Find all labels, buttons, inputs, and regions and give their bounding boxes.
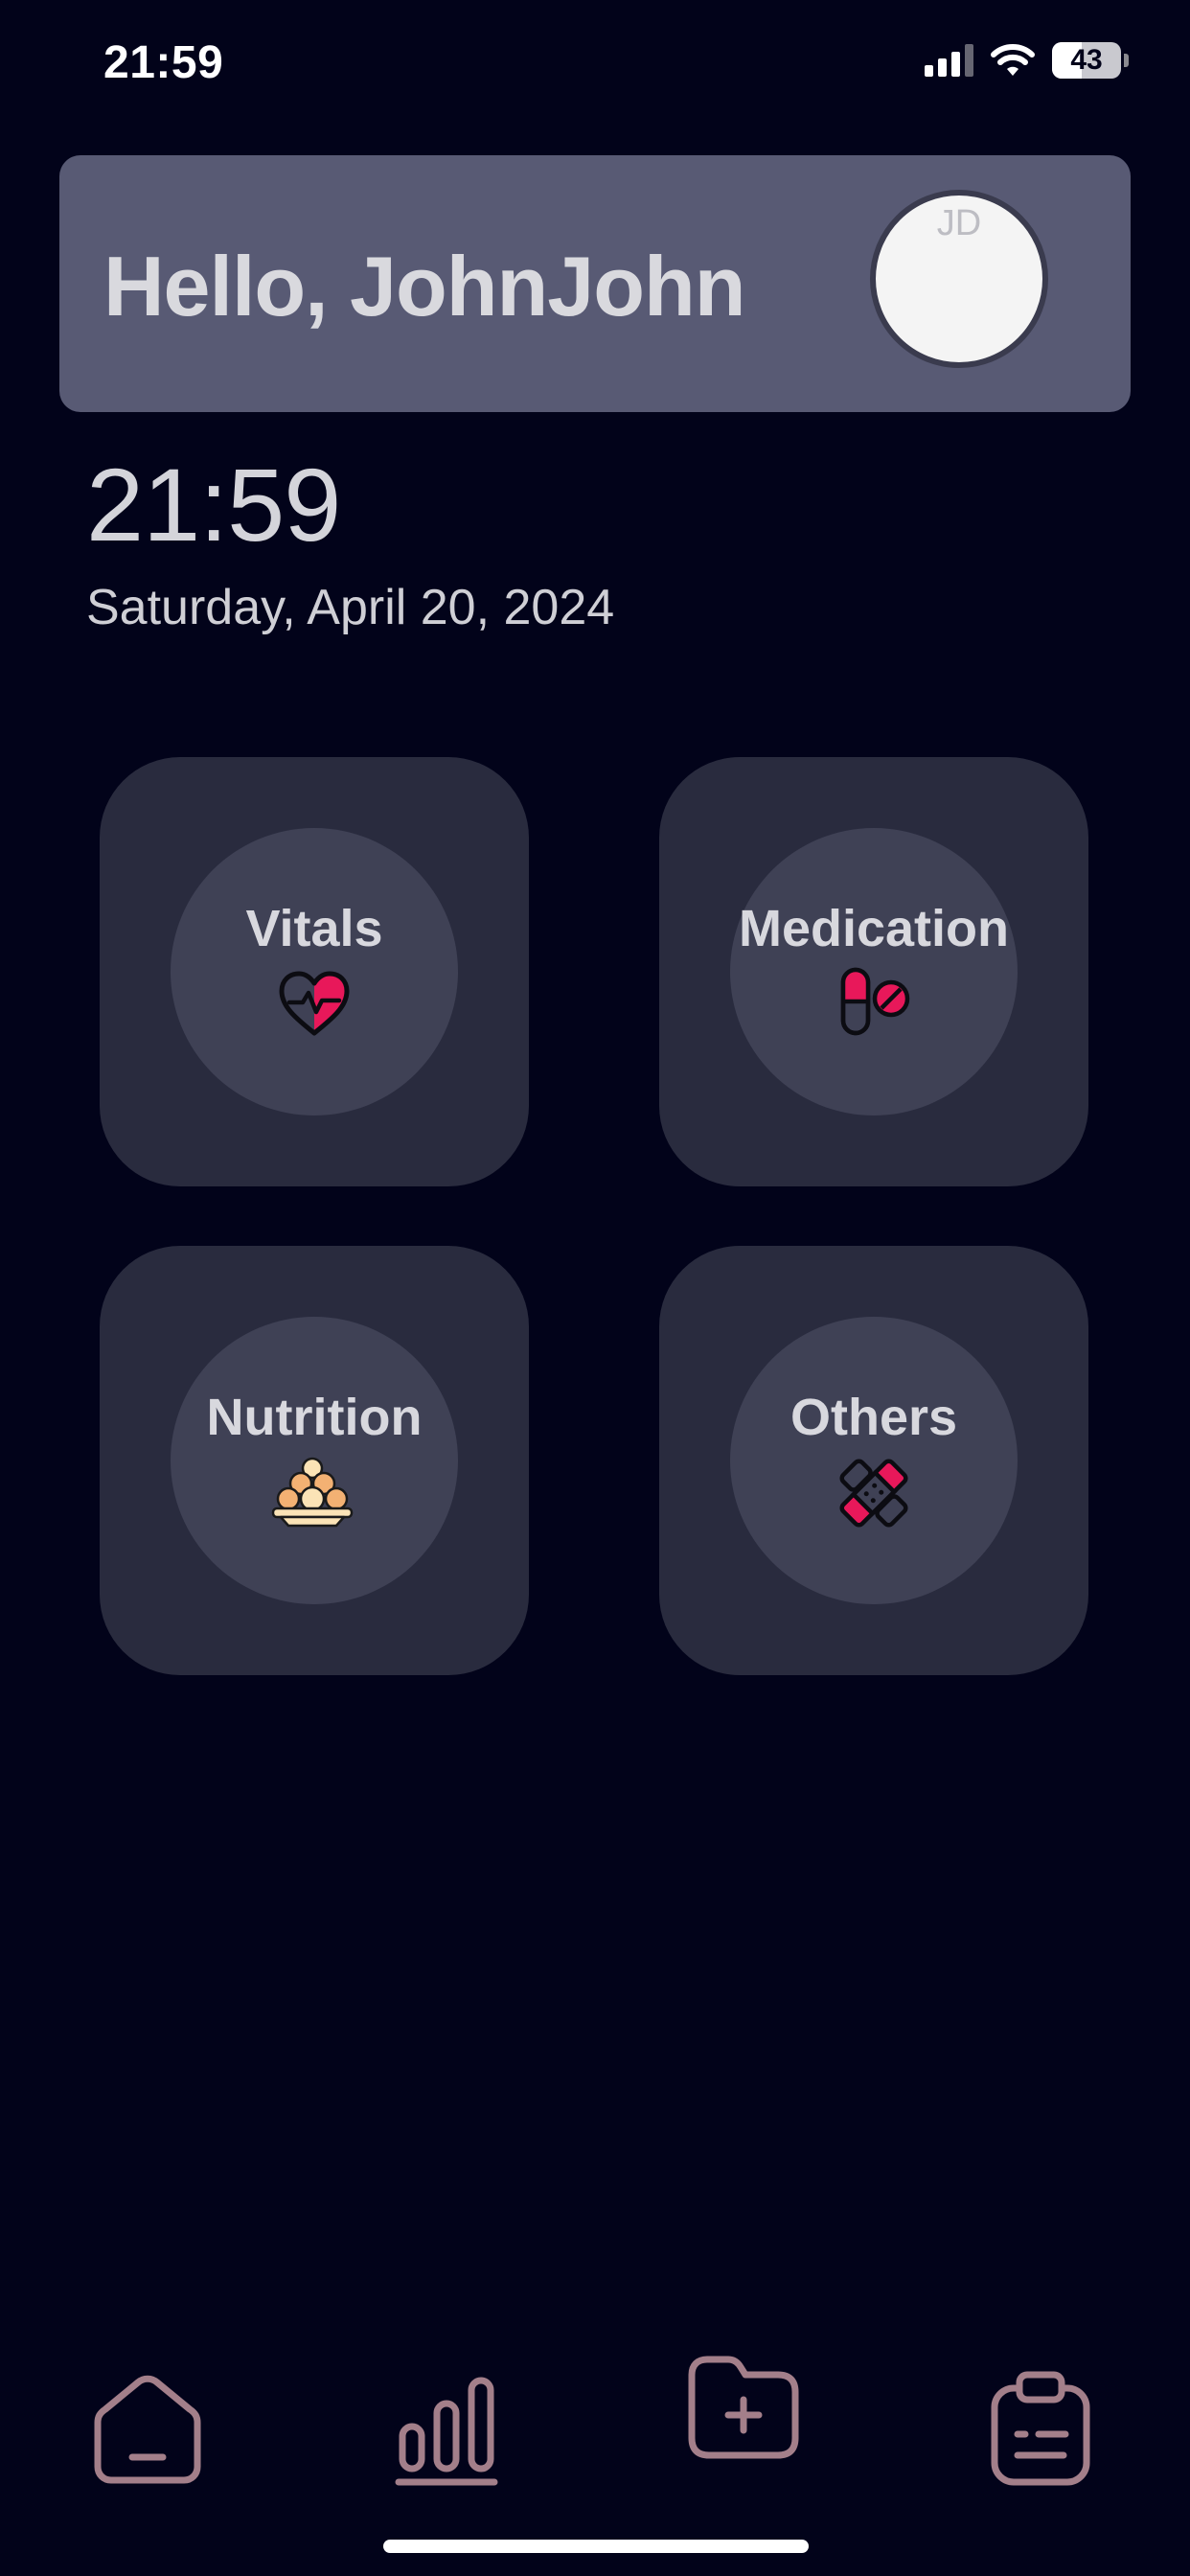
others-label: Others <box>790 1389 958 1446</box>
greeting-card: Hello, JohnJohn JD <box>59 155 1131 412</box>
vitals-label: Vitals <box>245 900 383 957</box>
nutrition-tile[interactable]: Nutrition <box>100 1246 529 1675</box>
wifi-icon <box>991 44 1035 76</box>
food-bowl-icon <box>271 1457 354 1528</box>
heart-pulse-icon <box>279 971 350 1036</box>
home-icon[interactable] <box>86 2367 209 2490</box>
battery-icon: 43 <box>1052 42 1129 79</box>
clock-time: 21:59 <box>86 447 341 563</box>
folder-add-icon[interactable] <box>682 2346 805 2469</box>
status-icons: 43 <box>925 42 1129 79</box>
medication-label: Medication <box>738 900 1010 957</box>
pill-capsule-icon <box>840 967 910 1036</box>
medication-tile[interactable]: Medication <box>659 757 1088 1186</box>
status-time: 21:59 <box>103 37 224 88</box>
clipboard-icon[interactable] <box>979 2367 1102 2490</box>
bar-chart-icon[interactable] <box>385 2367 508 2490</box>
cellular-signal-icon <box>925 44 973 77</box>
avatar-initials: JD <box>936 203 982 243</box>
status-bar: 21:59 43 <box>0 0 1190 125</box>
nutrition-label: Nutrition <box>206 1389 423 1446</box>
vitals-tile[interactable]: Vitals <box>100 757 529 1186</box>
home-indicator[interactable] <box>383 2540 809 2553</box>
others-tile[interactable]: Others <box>659 1246 1088 1675</box>
bandage-icon <box>839 1459 908 1528</box>
clock-date: Saturday, April 20, 2024 <box>86 580 615 635</box>
battery-level: 43 <box>1070 44 1103 76</box>
greeting-text: Hello, JohnJohn <box>103 239 745 334</box>
avatar[interactable]: JD <box>870 190 1048 368</box>
